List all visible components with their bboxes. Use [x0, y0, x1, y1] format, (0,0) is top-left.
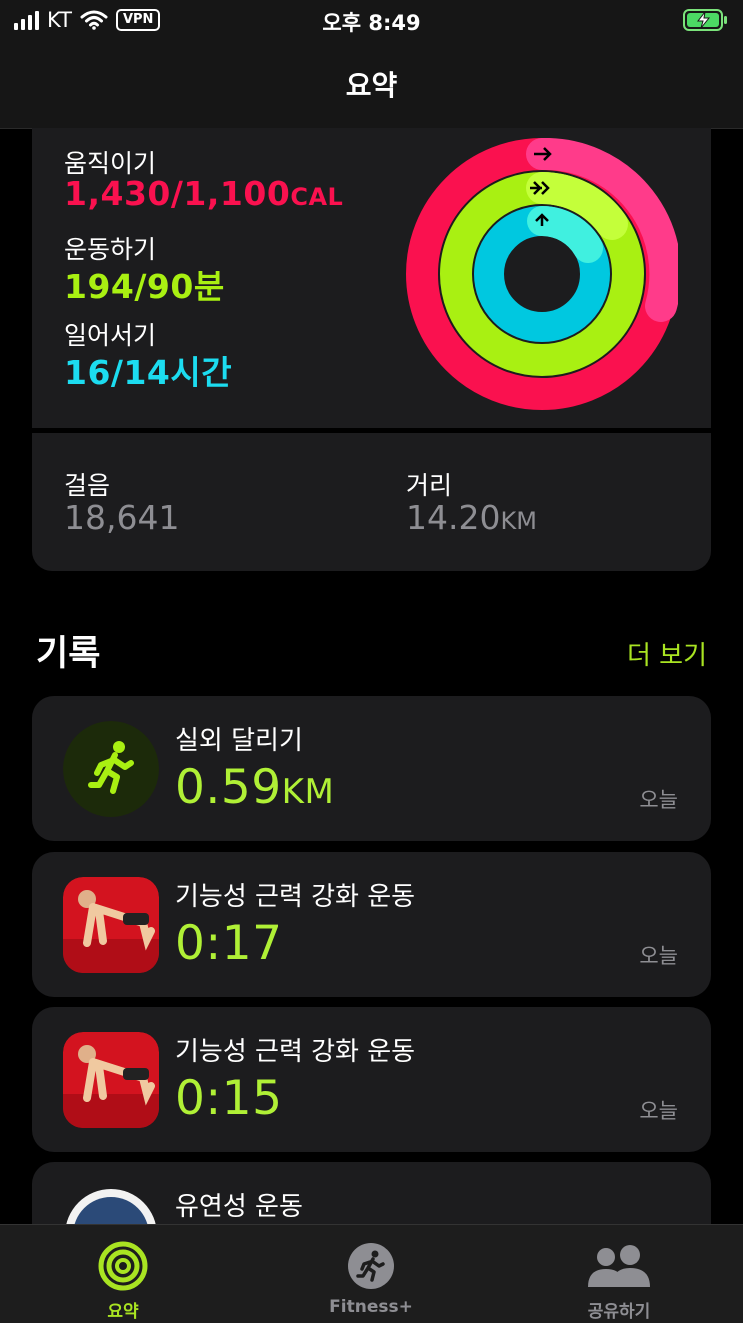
workout-date: 오늘	[639, 944, 678, 968]
exercise-value: 194/90분	[64, 267, 225, 306]
workout-name: 유연성 운동	[175, 1192, 303, 1222]
workout-name: 실외 달리기	[175, 726, 303, 756]
fitness-plus-icon	[348, 1243, 394, 1289]
stand-value: 16/14시간	[64, 353, 233, 392]
workout-card[interactable]: 기능성 근력 강화 운동 0:15 오늘	[32, 1007, 711, 1152]
distance-value: 14.20KM	[406, 498, 537, 537]
page-title: 요약	[345, 69, 398, 102]
tab-bar: 요약 Fitness+ 공유하기	[0, 1224, 743, 1323]
show-more-link[interactable]: 더 보기	[627, 635, 707, 672]
navigation-bar: 요약	[0, 40, 743, 129]
workout-card[interactable]: 실외 달리기 0.59KM 오늘	[32, 696, 711, 841]
activity-rings	[406, 138, 678, 410]
status-time: 오후 8:49	[322, 11, 421, 35]
distance-label: 거리	[406, 471, 453, 500]
steps-label: 걸음	[64, 471, 111, 500]
workout-name: 기능성 근력 강화 운동	[175, 882, 416, 912]
tab-sharing[interactable]: 공유하기	[519, 1225, 719, 1322]
sharing-people-icon	[588, 1245, 650, 1287]
move-value: 1,430/1,100CAL	[64, 174, 344, 213]
workout-value: 0.59KM	[175, 760, 335, 815]
activity-rings-card[interactable]: 움직이기 1,430/1,100CAL 운동하기 194/90분 일어서기 16…	[32, 128, 711, 428]
summary-rings-icon	[98, 1241, 148, 1291]
workout-value: 0:15	[175, 1071, 283, 1126]
tab-fitness-plus[interactable]: Fitness+	[271, 1225, 471, 1317]
tab-summary-label: 요약	[107, 1302, 139, 1322]
workout-date: 오늘	[639, 1099, 678, 1123]
status-bar: KT VPN 오후 8:49	[0, 0, 743, 40]
running-icon	[63, 721, 159, 817]
tab-summary[interactable]: 요약	[23, 1225, 223, 1322]
workout-card[interactable]: 기능성 근력 강화 운동 0:17 오늘	[32, 852, 711, 997]
pushup-app-icon	[63, 1032, 159, 1128]
workout-date: 오늘	[639, 788, 678, 812]
pushup-app-icon	[63, 877, 159, 973]
steps-distance-card: 걸음 18,641 거리 14.20KM	[32, 433, 711, 571]
battery-charging-icon	[683, 9, 727, 31]
workout-value: 0:17	[175, 916, 283, 971]
tab-sharing-label: 공유하기	[587, 1302, 651, 1322]
steps-value: 18,641	[64, 498, 180, 537]
tab-fitness-plus-label: Fitness+	[329, 1297, 413, 1317]
workout-name: 기능성 근력 강화 운동	[175, 1037, 416, 1067]
history-title: 기록	[36, 634, 101, 674]
